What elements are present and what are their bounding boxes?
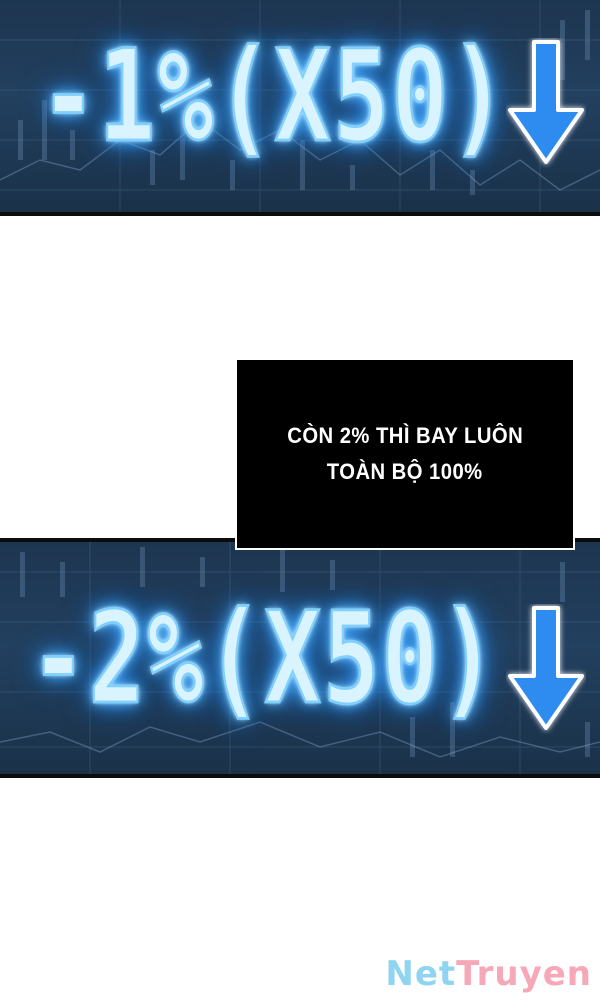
caption-box: CÒN 2% THÌ BAY LUÔN TOÀN BỘ 100%	[235, 358, 575, 550]
panel-top: -1%(X50)	[0, 0, 600, 216]
watermark-net: Net	[385, 954, 457, 994]
loss-percentage-text: -1%(X50)	[39, 23, 509, 173]
caption-line-1: CÒN 2% THÌ BAY LUÔN	[287, 423, 523, 448]
comic-page: -1%(X50) CÒN 2% THÌ BAY LUÔN TOÀN BỘ 100…	[0, 0, 600, 1000]
down-arrow-icon	[508, 606, 584, 730]
watermark-truyen: Truyen	[456, 954, 592, 994]
loss-percentage-text: -2%(X50)	[29, 585, 499, 735]
caption-line-2: TOÀN BỘ 100%	[327, 459, 483, 484]
watermark-logo: NetTruyen	[385, 954, 592, 994]
down-arrow-icon	[508, 40, 584, 164]
panel-bottom: -2%(X50)	[0, 538, 600, 778]
